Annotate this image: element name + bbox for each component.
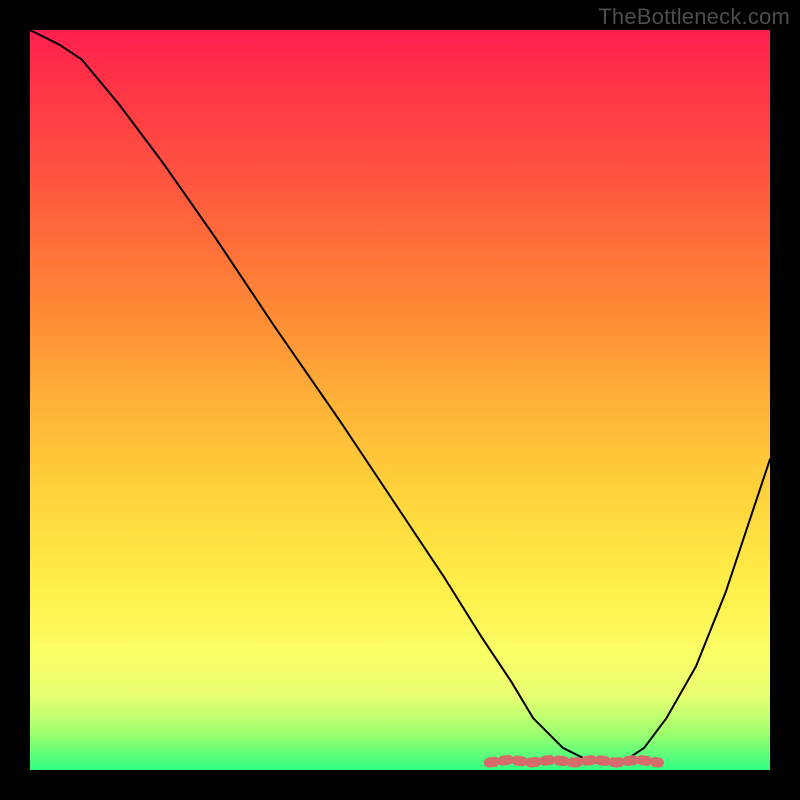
chart-frame: TheBottleneck.com: [0, 0, 800, 800]
optimal-band-marker: [489, 760, 659, 763]
watermark-text: TheBottleneck.com: [598, 4, 790, 30]
chart-gradient-background: [30, 30, 770, 770]
bottleneck-curve-line: [30, 30, 770, 763]
chart-svg: [30, 30, 770, 770]
